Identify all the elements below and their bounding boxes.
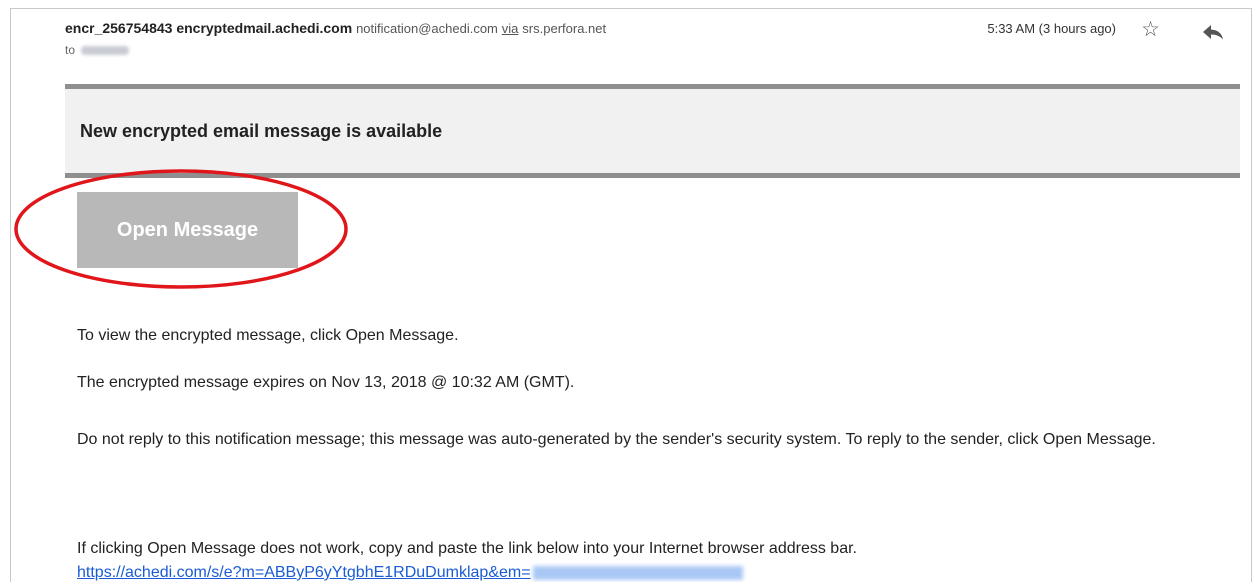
expiry-text: The encrypted message expires on Nov 13,… [77,374,575,391]
no-reply-text: Do not reply to this notification messag… [77,431,1156,448]
message-banner: New encrypted email message is available [65,84,1240,178]
timestamp: 5:33 AM (3 hours ago) [987,21,1116,36]
redacted-link-part [532,565,743,580]
star-icon[interactable]: ☆ [1141,17,1160,42]
message-link-line: https://achedi.com/s/e?m=ABByP6yYtgbhE1R… [77,564,743,582]
to-label: to [65,43,76,57]
recipient-line[interactable]: to [65,43,130,57]
open-message-button[interactable]: Open Message [77,192,298,268]
sender-address: notification@achedi.com [356,21,498,36]
via-link[interactable]: via [502,21,519,36]
via-domain: srs.perfora.net [522,21,607,36]
instruction-text: To view the encrypted message, click Ope… [77,327,459,344]
email-header: encr_256754843 encryptedmail.achedi.com … [65,17,1240,70]
reply-arrow-icon[interactable] [1202,24,1224,45]
message-link[interactable]: https://achedi.com/s/e?m=ABByP6yYtgbhE1R… [77,564,531,581]
sender-line: encr_256754843 encryptedmail.achedi.com … [65,20,606,36]
link-instruction-text: If clicking Open Message does not work, … [77,540,857,557]
redacted-recipient [81,46,130,56]
sender-name[interactable]: encr_256754843 encryptedmail.achedi.com [65,20,352,36]
banner-title: New encrypted email message is available [80,121,443,141]
